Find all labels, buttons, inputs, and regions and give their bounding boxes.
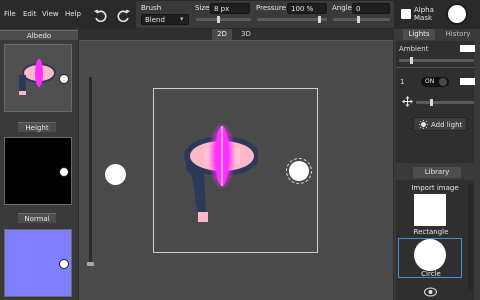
brush-label: Brush (141, 4, 162, 12)
angle-value: 0 (356, 5, 361, 13)
angle-label: Angle (332, 4, 352, 12)
pressure-slider-knob[interactable] (318, 16, 321, 23)
alpha-label: Alpha (414, 6, 434, 14)
chevron-down-icon: ▾ (180, 15, 184, 23)
menu-view[interactable]: View (42, 10, 59, 18)
menu-help[interactable]: Help (65, 10, 81, 18)
light-color-swatch[interactable] (460, 78, 475, 85)
light-direction-handle[interactable] (289, 161, 309, 181)
move-icon[interactable] (402, 96, 413, 107)
size-slider-knob[interactable] (217, 16, 220, 23)
menu-file[interactable]: File (4, 10, 16, 18)
zoom-slider-knob[interactable] (87, 262, 94, 266)
ambient-label: Ambient (399, 45, 429, 53)
eye-icon[interactable] (424, 287, 437, 297)
redo-icon[interactable] (117, 8, 131, 22)
library-rectangle-thumb[interactable] (414, 194, 446, 226)
size-label: Size (195, 4, 210, 12)
ambient-slider-knob[interactable] (410, 57, 413, 64)
tab-history[interactable]: History (440, 29, 476, 40)
library-circle-thumb[interactable] (414, 239, 446, 271)
light-index: 1 (400, 78, 405, 86)
albedo-title: Albedo (0, 30, 78, 40)
height-title: Height (18, 122, 56, 132)
blend-select[interactable]: Blend ▾ (141, 14, 189, 25)
light-source-handle[interactable] (105, 164, 126, 185)
angle-slider[interactable] (333, 18, 390, 21)
light-intensity-slider[interactable] (416, 101, 474, 104)
add-light-button[interactable]: Add light (413, 117, 467, 131)
tab-3d[interactable]: 3D (236, 29, 256, 40)
albedo-toggle[interactable] (59, 74, 69, 84)
tab-lights[interactable]: Lights (403, 29, 435, 40)
brush-shape-preview[interactable] (446, 3, 468, 25)
menu-edit[interactable]: Edit (23, 10, 37, 18)
pressure-field[interactable]: 100 % (287, 3, 327, 14)
alpha-mask-checkbox[interactable] (401, 9, 411, 19)
light-on-toggle[interactable]: ON (421, 77, 449, 87)
sprite-preview (184, 122, 258, 222)
library-title: Library (413, 167, 461, 178)
library-circle-label: Circle (421, 270, 441, 278)
library-scrollbar[interactable] (468, 184, 473, 289)
library-rectangle-label: Rectangle (413, 228, 449, 236)
top-toolbar: File Edit View Help Brush Blend ▾ Size 8… (0, 0, 480, 29)
light-intensity-knob[interactable] (430, 99, 433, 106)
pressure-value: 100 % (291, 5, 314, 13)
size-slider[interactable] (196, 18, 251, 21)
normal-toggle[interactable] (59, 259, 69, 269)
angle-slider-knob[interactable] (357, 16, 360, 23)
toggle-knob (439, 78, 447, 86)
zoom-slider[interactable] (89, 77, 92, 265)
tab-2d[interactable]: 2D (212, 29, 232, 40)
size-field[interactable]: 8 px (210, 3, 250, 14)
add-light-label: Add light (431, 121, 463, 129)
angle-field[interactable]: 0 (352, 3, 390, 14)
import-image-button[interactable]: Import image (396, 184, 474, 192)
ambient-color-swatch[interactable] (460, 45, 475, 52)
undo-icon[interactable] (93, 8, 107, 22)
blend-value: Blend (145, 16, 165, 24)
height-toggle[interactable] (59, 167, 69, 177)
light-bulb-icon (419, 120, 428, 129)
normal-title: Normal (18, 213, 56, 223)
size-value: 8 px (214, 5, 230, 13)
mask-label: Mask (414, 14, 433, 22)
pressure-label: Pressure (256, 4, 286, 12)
divider (396, 67, 474, 68)
on-label: ON (425, 78, 435, 85)
pressure-slider[interactable] (257, 18, 327, 21)
